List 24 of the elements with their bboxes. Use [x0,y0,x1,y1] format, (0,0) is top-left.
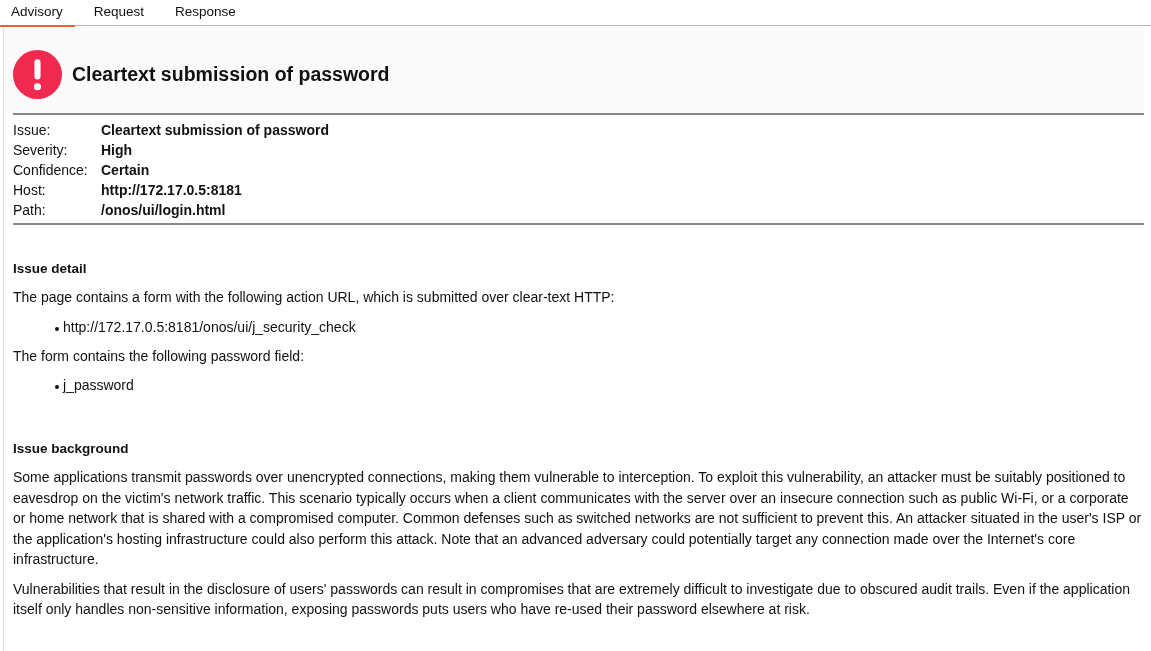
section-heading: Issue background [13,441,130,456]
detail-label: Issue: [13,121,52,140]
section-heading: Issue detail [13,261,88,276]
paragraph: The page contains a form with the following action URL, which is submitted over clear-text HTTP: [13,288,616,307]
list-item: j_password [63,376,134,395]
tab[interactable]: Request [82,0,157,25]
tab[interactable]: Response [164,0,248,25]
alert-icon [13,50,62,99]
issue-title: Cleartext submission of password [72,63,390,86]
list-item: http://172.17.0.5:8181/onos/ui/j_security_check [63,317,356,337]
paragraph: Some applications transmit passwords over unencrypted connections, making them vulnerable to interception. To exploit this vulnerability, an attacker must be suitably positioned to eavesdrop on the victim's network traffic. This scenario typically occurs when a client communicates with the server over an insecure connection such as public Wi-Fi, or a corporate or home network that is shared with a compromised computer. Common defenses such as switched networks are not sufficient to prevent this. An attacker situated in the user's ISP or the application's hosting infrastructure could also perform this attack. Note that an advanced adversary could potentially target any connection made over the Internet's core infrastructure. [13,468,1143,569]
paragraph: Vulnerabilities that result in the disclosure of users' passwords can result in compromises that are extremely difficult to investigate due to obscured audit trails. Even if the application itself only handles non-sensitive information, exposing passwords puts users who have re-used their password elsewhere at risk. [13,579,1131,619]
detail-label: Host: [13,181,47,200]
detail-value: Cleartext submission of password [101,121,330,140]
paragraph: The form contains the following password field: [13,346,306,366]
detail-value: http://172.17.0.5:8181 [101,181,243,200]
detail-value: High [101,141,134,160]
detail-label: Confidence: [13,161,89,180]
detail-value: /onos/ui/login.html [101,201,227,220]
detail-label: Path: [13,201,47,220]
bullet-icon [55,385,59,389]
detail-value: Certain [101,161,151,180]
detail-label: Severity: [13,141,69,160]
bullet-icon [55,326,59,331]
